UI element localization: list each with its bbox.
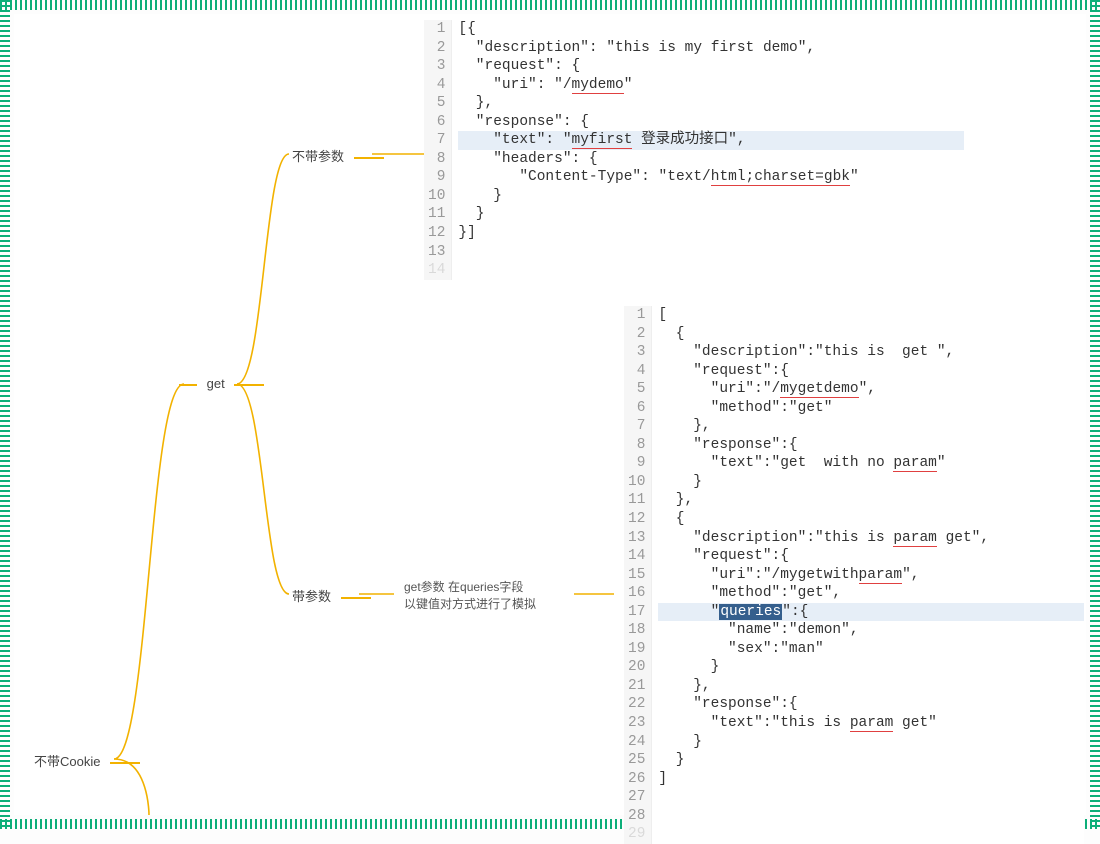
diagram-canvas: 不带Cookie get 不带参数 带参数 get参数 在queries字段 以… — [14, 14, 1086, 815]
node-withparam: 带参数 — [292, 586, 371, 605]
code1-lines: [{ "description": "this is my first demo… — [452, 20, 964, 243]
node-root-label: 不带Cookie — [34, 754, 100, 769]
note-queries: get参数 在queries字段 以键值对方式进行了模拟 — [404, 579, 536, 614]
node-withparam-label: 带参数 — [292, 589, 331, 604]
code1-gutter: 1234567891011121314 — [424, 20, 452, 280]
code-block-1: 1234567891011121314 [{ "description": "t… — [424, 20, 964, 280]
node-get-right-dash — [234, 384, 264, 386]
code2-lines: [ { "description":"this is get ", "reque… — [652, 306, 1084, 788]
node-noparam-label: 不带参数 — [292, 149, 344, 164]
node-root-dash — [110, 762, 140, 764]
node-get-left-dash — [179, 384, 197, 386]
node-withparam-dash — [341, 597, 371, 599]
code2-gutter: 1234567891011121314151617181920212223242… — [624, 306, 652, 844]
node-noparam-dash — [354, 157, 384, 159]
frame-border-left — [0, 0, 10, 829]
node-root: 不带Cookie — [34, 751, 140, 770]
node-get: get — [179, 376, 264, 391]
note-queries-line1: get参数 在queries字段 — [404, 580, 523, 594]
node-noparam: 不带参数 — [292, 146, 384, 165]
code-block-2: 1234567891011121314151617181920212223242… — [624, 306, 1084, 844]
frame-border-right — [1090, 0, 1100, 829]
frame-border-top — [0, 0, 1100, 10]
note-queries-line2: 以键值对方式进行了模拟 — [404, 597, 536, 611]
node-get-label: get — [207, 376, 225, 391]
